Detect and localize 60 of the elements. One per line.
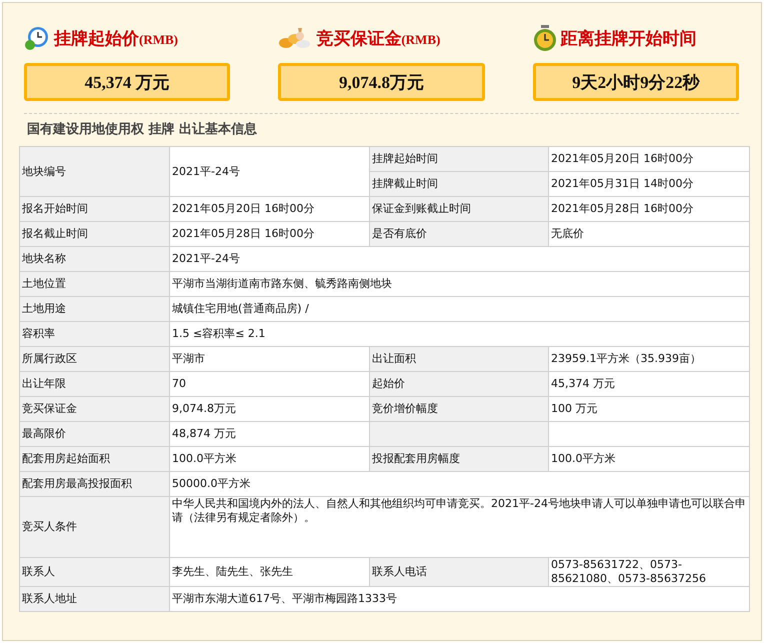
field-value: 50000.0平方米	[170, 472, 750, 496]
field-label: 联系人电话	[370, 558, 548, 586]
field-value: 100.0平方米	[548, 446, 750, 472]
field-value: 2021年05月28日 16时00分	[548, 196, 750, 222]
field-label: 出让年限	[20, 372, 170, 396]
field-label: 保证金到账截止时间	[370, 196, 548, 222]
field-value: 平湖市东湖大道617号、平湖市梅园路1333号	[170, 586, 750, 612]
field-label: 地块编号	[20, 146, 170, 196]
field-label: 投报配套用房幅度	[370, 446, 548, 472]
stat-title: 挂牌起始价(RMB)	[54, 28, 178, 50]
field-value: 1.5 ≤容积率≤ 2.1	[170, 322, 750, 346]
field-value: 平湖市	[170, 346, 370, 372]
field-label: 所属行政区	[20, 346, 170, 372]
field-label: 报名开始时间	[20, 196, 170, 222]
field-value: 无底价	[548, 222, 750, 246]
field-label: 土地用途	[20, 296, 170, 322]
field-label: 地块名称	[20, 246, 170, 272]
field-label: 竞买人条件	[20, 496, 170, 558]
field-label: 报名截止时间	[20, 222, 170, 246]
field-value: 平湖市当湖街道南市路东侧、毓秀路南侧地块	[170, 272, 750, 296]
field-label: 出让面积	[370, 346, 548, 372]
field-label: 土地位置	[20, 272, 170, 296]
clock-icon	[24, 25, 50, 51]
field-value: 100 万元	[548, 396, 750, 422]
field-value: 2021平-24号	[170, 146, 370, 196]
field-value: 9,074.8万元	[170, 396, 370, 422]
field-label: 联系人	[20, 558, 170, 586]
stat-title: 竞买保证金(RMB)	[316, 28, 440, 50]
field-label: 配套用房起始面积	[20, 446, 170, 472]
stat-value: 9,074.8万元	[278, 63, 485, 101]
field-label: 配套用房最高投报面积	[20, 472, 170, 496]
field-label: 起始价	[370, 372, 548, 396]
field-label: 联系人地址	[20, 586, 170, 612]
field-value: 2021年05月31日 14时00分	[548, 172, 750, 196]
field-label: 挂牌截止时间	[370, 172, 548, 196]
field-value: 2021年05月20日 16时00分	[170, 196, 370, 222]
stat-value: 9天2小时9分22秒	[532, 63, 739, 101]
field-value: 45,374 万元	[548, 372, 750, 396]
field-value: 中华人民共和国境内外的法人、自然人和其他组织均可申请竞买。2021平-24号地块申请人可以单独申请也可以联合申请（法律另有规定者除外）。	[170, 496, 750, 558]
field-value: 2021年05月28日 16时00分	[170, 222, 370, 246]
stat-value: 45,374 万元	[24, 63, 230, 101]
field-label: 竞价增价幅度	[370, 396, 548, 422]
field-value: 城镇住宅用地(普通商品房) /	[170, 296, 750, 322]
field-label: 最高限价	[20, 422, 170, 446]
field-value: 2021年05月20日 16时00分	[548, 146, 750, 172]
field-value: 李先生、陆先生、张先生	[170, 558, 370, 586]
field-value: 2021平-24号	[170, 246, 750, 272]
section-title: 国有建设用地使用权 挂牌 出让基本信息	[26, 121, 258, 139]
field-label: 竞买保证金	[20, 396, 170, 422]
field-label: 是否有底价	[370, 222, 548, 246]
field-value: 100.0平方米	[170, 446, 370, 472]
field-value: 48,874 万元	[170, 422, 370, 446]
field-value: 70	[170, 372, 370, 396]
field-label: 挂牌起始时间	[370, 146, 548, 172]
coins-icon	[278, 26, 312, 50]
alarm-clock-icon	[532, 24, 557, 52]
stat-title: 距离挂牌开始时间	[560, 28, 697, 50]
field-label: 容积率	[20, 322, 170, 346]
field-value: 0573-85631722、0573-85621080、0573-85637256	[548, 558, 750, 586]
field-value: 23959.1平方米（35.939亩）	[548, 346, 750, 372]
